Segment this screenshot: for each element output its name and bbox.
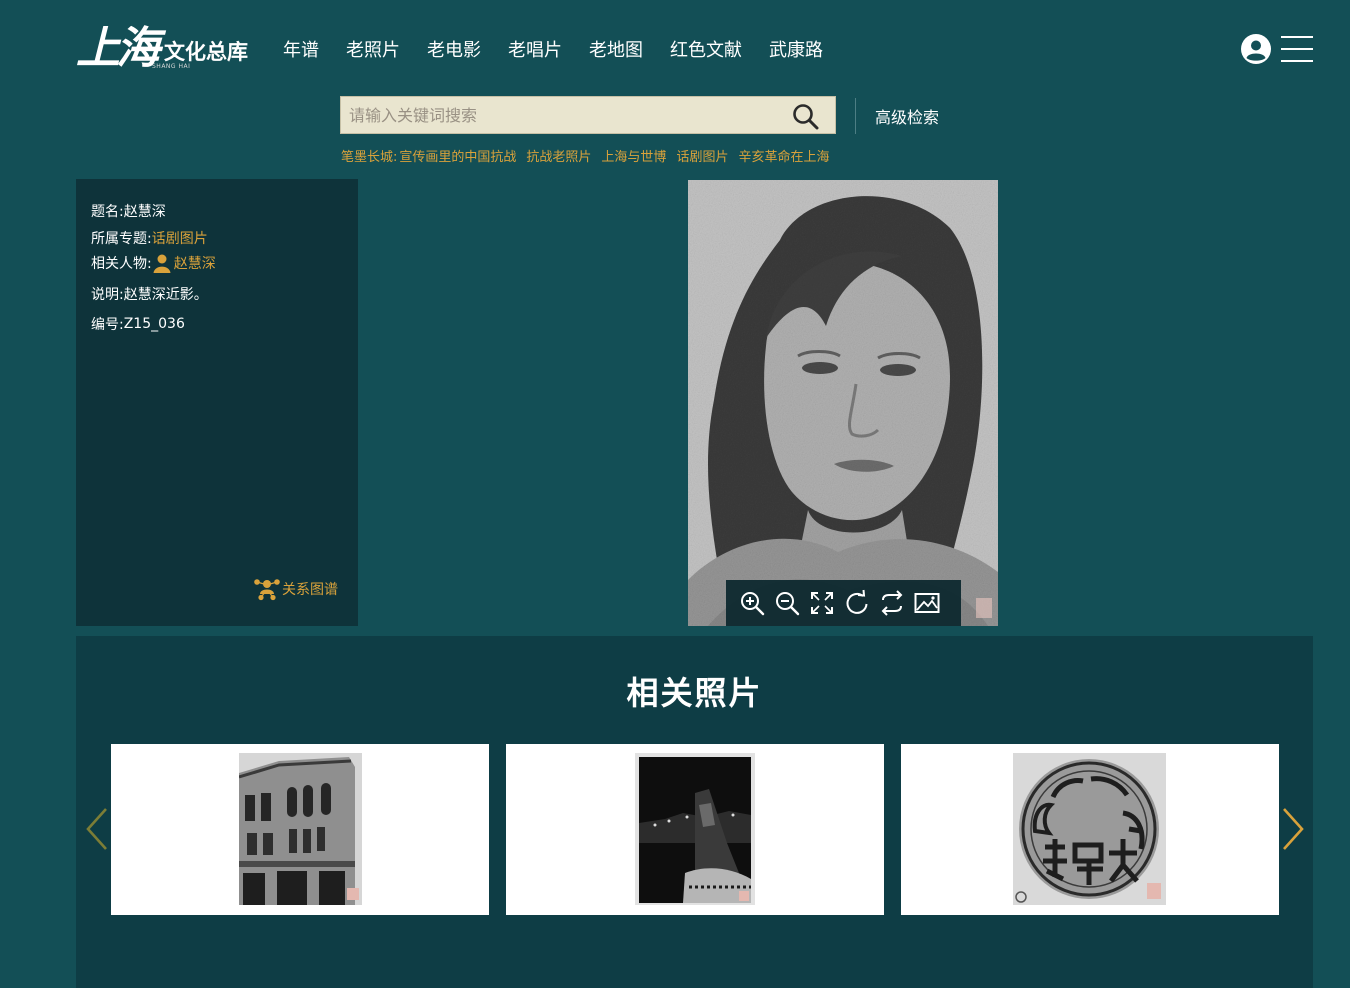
related-photo-card[interactable]: [506, 744, 884, 915]
info-desc-label: 说明:: [91, 287, 124, 303]
hot-tags: 笔墨长城: 宣传画里的中国抗战 抗战老照片 上海与世博 话剧图片 辛亥革命在上海: [341, 146, 839, 165]
nav-item-wukang-road[interactable]: 武康路: [769, 36, 823, 62]
hot-tag[interactable]: 宣传画里的中国抗战: [399, 146, 516, 165]
info-panel: 题名: 赵慧深 所属专题: 话剧图片 相关人物: 赵慧深 说明: 赵慧深近影。 …: [76, 179, 358, 626]
info-person-row: 相关人物: 赵慧深: [91, 253, 216, 273]
nav-item-old-maps[interactable]: 老地图: [589, 36, 643, 62]
related-photos-title: 相关照片: [626, 674, 763, 712]
info-title-label: 题名:: [91, 204, 124, 220]
nav-item-old-photos[interactable]: 老照片: [346, 36, 400, 62]
nav-item-red-documents[interactable]: 红色文献: [670, 36, 742, 62]
related-photo-thumbnail: [1013, 753, 1166, 905]
main-nav: 年谱 老照片 老电影 老唱片 老地图 红色文献 武康路: [283, 36, 850, 62]
person-icon: [152, 253, 172, 273]
info-desc-value: 赵慧深近影。: [123, 287, 208, 303]
zoom-in-icon[interactable]: [738, 589, 766, 617]
relation-graph-link[interactable]: 关系图谱: [252, 576, 338, 602]
search-input[interactable]: [341, 97, 781, 133]
logo-subtitle: SHANG HAI: [152, 63, 191, 70]
image-icon[interactable]: [913, 589, 941, 617]
flip-icon[interactable]: [878, 589, 906, 617]
related-photo-thumbnail: [239, 753, 362, 905]
user-icon[interactable]: [1240, 33, 1272, 65]
image-viewer-toolbar: [726, 580, 961, 626]
hot-tag[interactable]: 辛亥革命在上海: [738, 146, 829, 165]
info-person-label: 相关人物:: [91, 256, 152, 272]
relation-graph-icon: [254, 579, 280, 601]
hot-tag[interactable]: 话剧图片: [676, 146, 728, 165]
chevron-left-icon[interactable]: [84, 806, 110, 852]
info-title-row: 题名: 赵慧深: [91, 201, 166, 221]
search-divider: [855, 98, 856, 134]
search-bar: [340, 96, 836, 134]
related-photo-card[interactable]: [901, 744, 1279, 915]
related-photo-thumbnail: [635, 753, 755, 905]
main-photo[interactable]: [688, 180, 998, 626]
site-logo[interactable]: 上海 文化总库 SHANG HAI: [76, 12, 261, 74]
info-desc-row: 说明: 赵慧深近影。: [91, 284, 208, 304]
fullscreen-icon[interactable]: [808, 589, 836, 617]
nav-item-old-films[interactable]: 老电影: [427, 36, 481, 62]
hot-tag[interactable]: 上海与世博: [601, 146, 666, 165]
info-id-value: Z15_036: [123, 316, 185, 332]
info-person-link[interactable]: 赵慧深: [174, 253, 216, 273]
relation-graph-label: 关系图谱: [282, 582, 338, 598]
nav-item-old-records[interactable]: 老唱片: [508, 36, 562, 62]
info-title-value: 赵慧深: [123, 204, 166, 220]
site-header: 上海 文化总库 SHANG HAI 年谱 老照片 老电影 老唱片 老地图 红色文…: [0, 0, 1350, 90]
info-topic-label: 所属专题:: [91, 231, 152, 247]
hamburger-menu-icon[interactable]: [1281, 36, 1313, 62]
chevron-right-icon[interactable]: [1280, 806, 1306, 852]
info-topic-row: 所属专题: 话剧图片: [91, 228, 208, 248]
info-id-label: 编号:: [91, 317, 124, 333]
search-icon[interactable]: [789, 101, 823, 131]
zoom-out-icon[interactable]: [773, 589, 801, 617]
logo-title: 文化总库: [164, 40, 248, 64]
info-id-row: 编号: Z15_036: [91, 314, 185, 334]
rotate-icon[interactable]: [843, 589, 871, 617]
photo-watermark-stamp: [976, 598, 992, 618]
hot-tags-label: 笔墨长城:: [341, 150, 398, 165]
logo-calligraphy: 上海: [76, 23, 160, 74]
nav-item-chronicle[interactable]: 年谱: [283, 36, 319, 62]
advanced-search-link[interactable]: 高级检索: [875, 104, 939, 128]
hot-tag[interactable]: 抗战老照片: [526, 146, 591, 165]
related-photo-card[interactable]: [111, 744, 489, 915]
info-topic-link[interactable]: 话剧图片: [152, 228, 208, 248]
